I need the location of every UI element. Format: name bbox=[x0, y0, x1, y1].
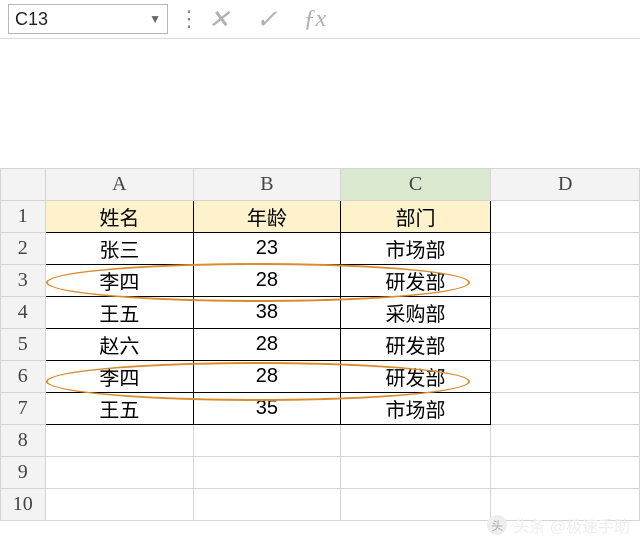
cell[interactable]: 李四 bbox=[45, 265, 194, 297]
cell[interactable]: 市场部 bbox=[340, 393, 491, 425]
spreadsheet[interactable]: ABCD1姓名年龄部门2张三23市场部3李四28研发部4王五38采购部5赵六28… bbox=[0, 168, 640, 521]
cell[interactable] bbox=[491, 297, 640, 329]
formula-bar[interactable] bbox=[0, 38, 640, 118]
cell[interactable]: 38 bbox=[194, 297, 340, 329]
cell[interactable] bbox=[491, 201, 640, 233]
accept-icon: ✓ bbox=[256, 6, 278, 32]
cell[interactable]: 28 bbox=[194, 361, 340, 393]
watermark: 头 头条 @极速手助 bbox=[487, 513, 630, 537]
row-header[interactable]: 10 bbox=[1, 489, 46, 521]
column-header-d[interactable]: D bbox=[491, 169, 640, 201]
name-box[interactable]: C13 ▼ bbox=[8, 4, 168, 34]
cell[interactable] bbox=[45, 457, 194, 489]
cell[interactable]: 采购部 bbox=[340, 297, 491, 329]
cell[interactable] bbox=[194, 425, 340, 457]
cell[interactable]: 35 bbox=[194, 393, 340, 425]
row-header[interactable]: 5 bbox=[1, 329, 46, 361]
watermark-text: 头条 @极速手助 bbox=[513, 513, 630, 537]
cell[interactable] bbox=[340, 457, 491, 489]
row-header[interactable]: 9 bbox=[1, 457, 46, 489]
cell[interactable] bbox=[340, 425, 491, 457]
separator-dots: ⋮ bbox=[178, 6, 198, 32]
cell[interactable] bbox=[491, 457, 640, 489]
cell[interactable] bbox=[491, 361, 640, 393]
cell[interactable]: 研发部 bbox=[340, 329, 491, 361]
row-header[interactable]: 1 bbox=[1, 201, 46, 233]
cell[interactable]: 李四 bbox=[45, 361, 194, 393]
row-header[interactable]: 6 bbox=[1, 361, 46, 393]
row-header[interactable]: 4 bbox=[1, 297, 46, 329]
cell[interactable] bbox=[491, 265, 640, 297]
cell[interactable]: 28 bbox=[194, 329, 340, 361]
cell[interactable]: 张三 bbox=[45, 233, 194, 265]
cell[interactable] bbox=[340, 489, 491, 521]
fx-icon[interactable]: ƒx bbox=[304, 7, 327, 31]
cell[interactable]: 23 bbox=[194, 233, 340, 265]
cancel-icon: ✕ bbox=[208, 6, 230, 32]
cell[interactable] bbox=[491, 233, 640, 265]
cell[interactable]: 姓名 bbox=[45, 201, 194, 233]
cell[interactable]: 王五 bbox=[45, 297, 194, 329]
cell[interactable]: 部门 bbox=[340, 201, 491, 233]
cell[interactable]: 市场部 bbox=[340, 233, 491, 265]
cell[interactable]: 年龄 bbox=[194, 201, 340, 233]
row-header[interactable]: 7 bbox=[1, 393, 46, 425]
cell[interactable]: 王五 bbox=[45, 393, 194, 425]
cell[interactable] bbox=[45, 489, 194, 521]
column-header-c[interactable]: C bbox=[340, 169, 491, 201]
name-box-value: C13 bbox=[15, 9, 48, 30]
cell[interactable] bbox=[194, 489, 340, 521]
cell[interactable]: 研发部 bbox=[340, 361, 491, 393]
cell[interactable] bbox=[491, 329, 640, 361]
cell[interactable]: 28 bbox=[194, 265, 340, 297]
cell[interactable]: 赵六 bbox=[45, 329, 194, 361]
row-header[interactable]: 3 bbox=[1, 265, 46, 297]
cell[interactable] bbox=[194, 457, 340, 489]
select-all-corner[interactable] bbox=[1, 169, 46, 201]
row-header[interactable]: 2 bbox=[1, 233, 46, 265]
cell[interactable] bbox=[491, 425, 640, 457]
cell[interactable]: 研发部 bbox=[340, 265, 491, 297]
column-header-b[interactable]: B bbox=[194, 169, 340, 201]
column-header-a[interactable]: A bbox=[45, 169, 194, 201]
row-header[interactable]: 8 bbox=[1, 425, 46, 457]
watermark-logo-icon: 头 bbox=[487, 515, 507, 535]
chevron-down-icon[interactable]: ▼ bbox=[149, 12, 161, 26]
cell[interactable] bbox=[491, 393, 640, 425]
cell[interactable] bbox=[45, 425, 194, 457]
